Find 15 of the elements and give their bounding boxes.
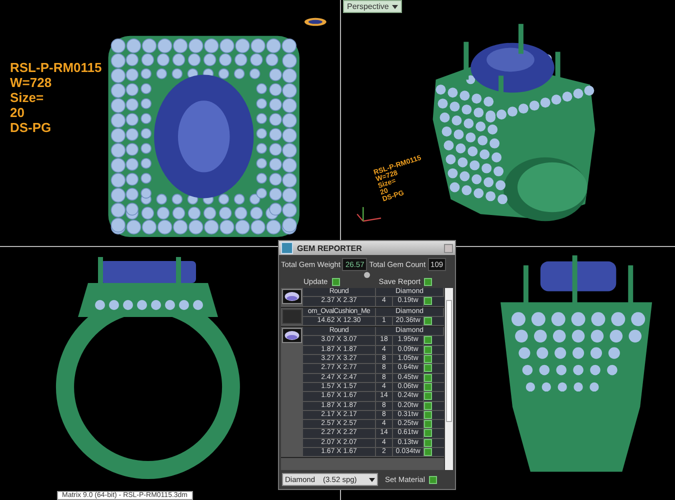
scrollbar[interactable] <box>445 288 453 470</box>
model-label: Size= <box>10 90 45 105</box>
axis-icon <box>356 206 382 222</box>
model-label: RSL-P-RM0115 <box>10 60 102 75</box>
close-button[interactable] <box>444 244 453 252</box>
viewport-tab[interactable]: Perspective <box>343 0 402 13</box>
caret-icon <box>369 478 375 482</box>
panel-title: GEM REPORTER <box>297 244 363 252</box>
logo-icon <box>304 18 326 26</box>
model-label: 20 <box>10 105 26 120</box>
select-button[interactable] <box>424 297 432 306</box>
model-label: DS-PG <box>10 120 52 135</box>
collapse-button[interactable] <box>364 272 370 278</box>
caret-icon <box>392 4 398 8</box>
model-label: W=728 <box>10 75 53 90</box>
